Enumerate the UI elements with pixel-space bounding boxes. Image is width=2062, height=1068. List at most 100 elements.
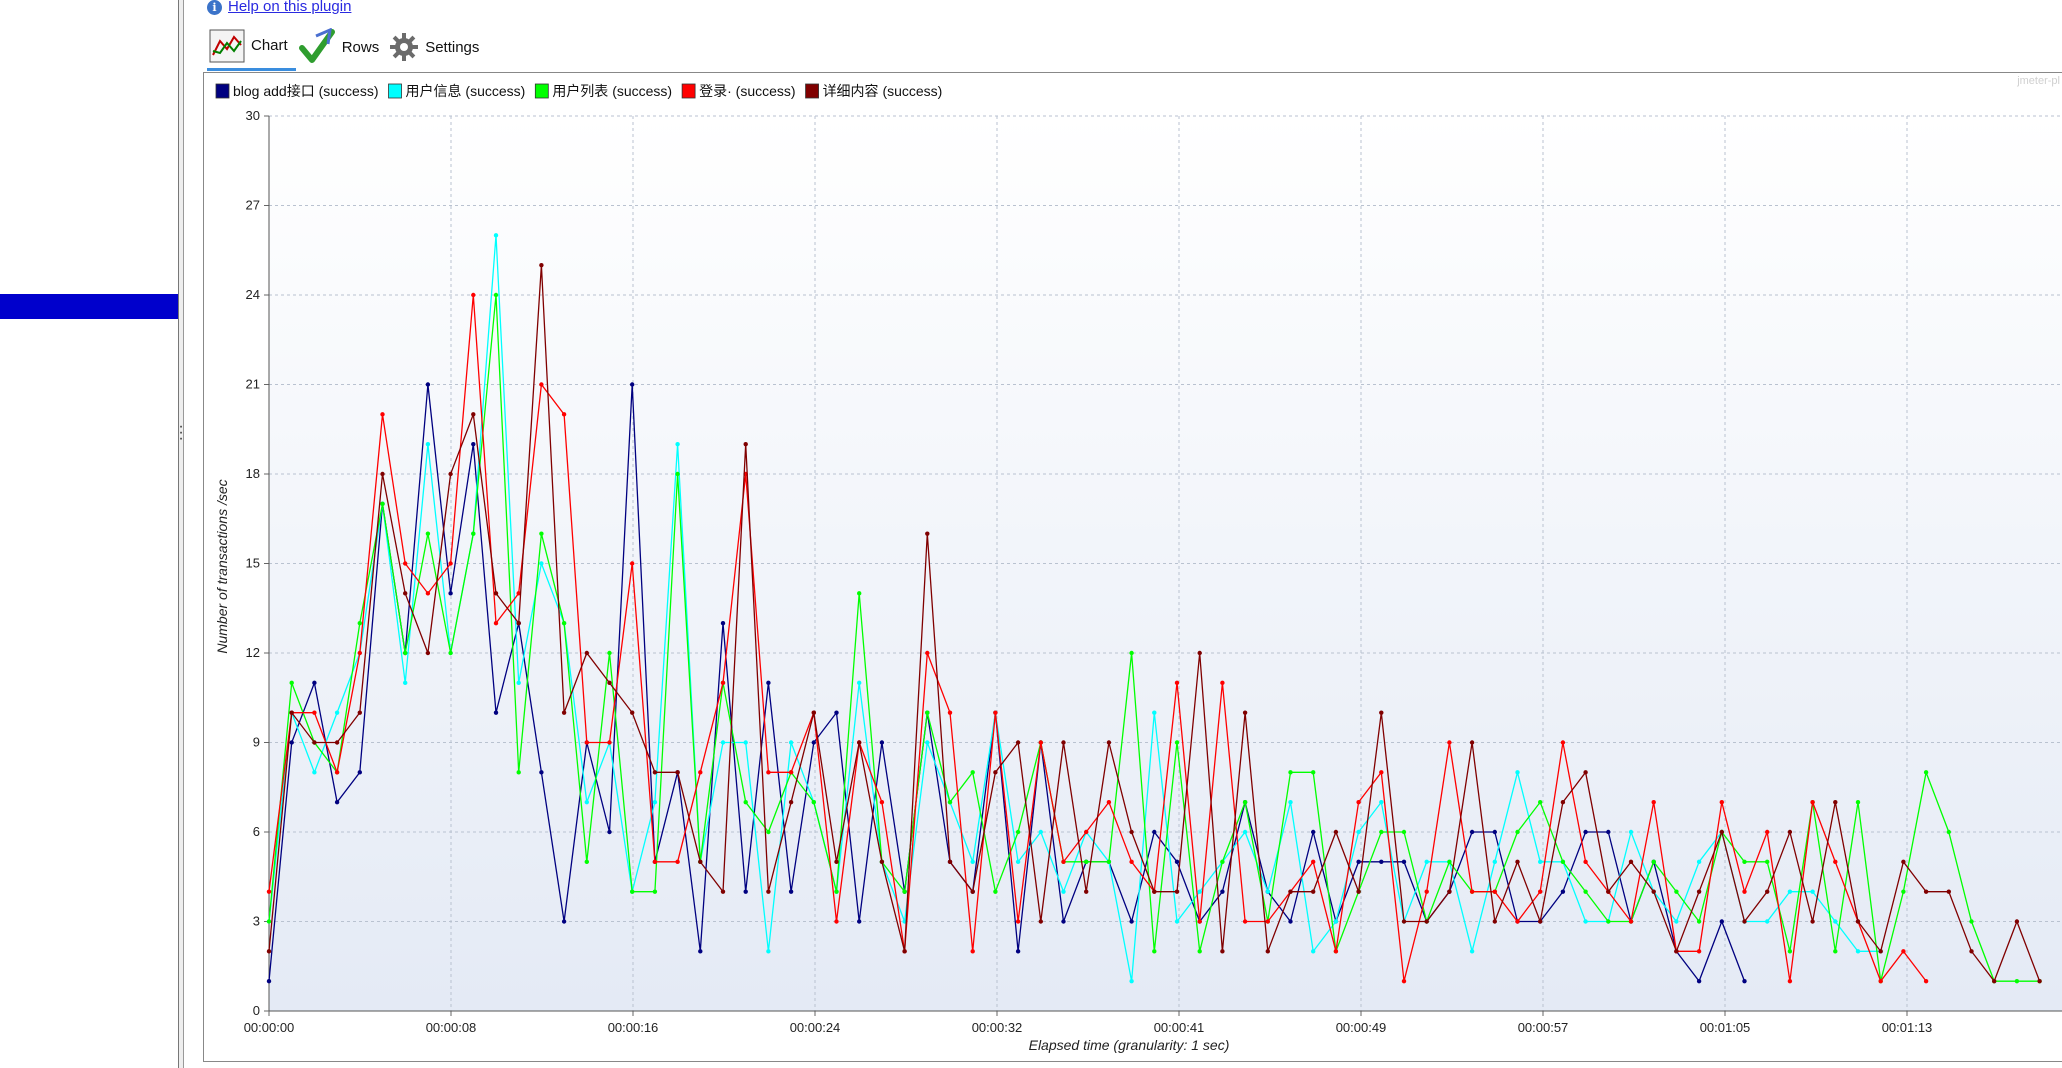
data-point bbox=[403, 561, 408, 566]
tab-settings[interactable]: Settings bbox=[387, 25, 487, 69]
data-point bbox=[471, 531, 476, 536]
data-point bbox=[925, 710, 930, 715]
data-point bbox=[1583, 770, 1588, 775]
data-point bbox=[1696, 889, 1702, 894]
tab-bar: Chart Rows Settings bbox=[207, 24, 487, 71]
data-point bbox=[857, 740, 862, 745]
data-point bbox=[1084, 859, 1089, 865]
data-point bbox=[1787, 949, 1793, 954]
data-point bbox=[947, 710, 953, 715]
data-point bbox=[1265, 949, 1271, 954]
data-point bbox=[902, 889, 907, 894]
pane-splitter[interactable] bbox=[178, 0, 184, 1068]
data-point bbox=[1401, 919, 1407, 924]
data-point bbox=[675, 859, 680, 865]
data-point bbox=[1742, 919, 1747, 924]
data-point bbox=[1311, 829, 1316, 835]
y-tick-label: 3 bbox=[253, 914, 260, 929]
data-point bbox=[1606, 919, 1611, 924]
y-tick-label: 27 bbox=[246, 198, 260, 213]
data-point bbox=[1447, 889, 1452, 894]
tab-chart-label: Chart bbox=[251, 37, 288, 54]
data-point bbox=[1606, 889, 1611, 894]
data-point bbox=[743, 889, 748, 894]
data-point bbox=[425, 591, 431, 596]
data-point bbox=[630, 382, 635, 387]
data-point bbox=[1356, 799, 1361, 805]
data-point bbox=[743, 441, 748, 447]
data-point bbox=[1583, 919, 1588, 924]
data-point bbox=[1696, 859, 1702, 865]
data-point bbox=[1492, 859, 1498, 865]
data-point bbox=[312, 710, 317, 715]
data-point bbox=[380, 471, 385, 477]
data-point bbox=[879, 859, 885, 865]
data-point bbox=[675, 770, 680, 775]
data-point bbox=[1129, 859, 1134, 865]
data-point bbox=[561, 710, 567, 715]
data-point bbox=[1878, 978, 1883, 984]
data-point bbox=[1765, 889, 1770, 894]
data-point bbox=[334, 710, 340, 715]
x-tick-label: 00:00:08 bbox=[426, 1020, 477, 1035]
data-point bbox=[1220, 889, 1225, 894]
data-point bbox=[1379, 799, 1384, 805]
data-point bbox=[2014, 919, 2020, 924]
data-point bbox=[1560, 799, 1566, 805]
data-point bbox=[743, 740, 748, 745]
help-row: i Help on this plugin bbox=[207, 0, 351, 18]
help-link[interactable]: Help on this plugin bbox=[228, 0, 351, 15]
data-point bbox=[403, 591, 408, 596]
data-point bbox=[1855, 949, 1861, 954]
data-point bbox=[1447, 740, 1452, 745]
data-point bbox=[1424, 889, 1429, 894]
x-tick-label: 00:00:00 bbox=[244, 1020, 295, 1035]
data-point bbox=[766, 889, 771, 894]
legend-swatch bbox=[805, 83, 819, 99]
data-point bbox=[471, 441, 476, 447]
data-point bbox=[1129, 978, 1134, 984]
tab-rows[interactable]: Rows bbox=[296, 25, 388, 69]
legend-label: 用户信息 (success) bbox=[406, 83, 526, 99]
data-point bbox=[1901, 949, 1906, 954]
selected-tree-item-highlight[interactable] bbox=[0, 294, 178, 319]
data-point bbox=[1015, 949, 1021, 954]
rows-checkmark-icon bbox=[298, 28, 336, 66]
data-point bbox=[630, 561, 635, 566]
data-point bbox=[1469, 889, 1475, 894]
data-point bbox=[1174, 889, 1180, 894]
data-point bbox=[1061, 919, 1066, 924]
data-point bbox=[1152, 949, 1157, 954]
tab-chart[interactable]: Chart bbox=[207, 24, 296, 71]
data-point bbox=[1560, 859, 1566, 865]
tab-rows-label: Rows bbox=[341, 38, 380, 56]
data-point bbox=[1855, 799, 1861, 805]
data-point bbox=[1242, 829, 1248, 835]
data-point bbox=[1379, 770, 1384, 775]
data-point bbox=[1084, 889, 1089, 894]
data-point bbox=[448, 591, 453, 596]
data-point bbox=[834, 919, 839, 924]
data-point bbox=[652, 799, 658, 805]
data-point bbox=[1311, 859, 1316, 865]
data-point bbox=[1810, 889, 1815, 894]
data-point bbox=[584, 740, 589, 745]
data-point bbox=[380, 412, 385, 417]
data-point bbox=[1288, 919, 1293, 924]
line-chart: 0 3 6 9 12 15 18 21 24 27 30 00:00:00 00:00:08 00:00:… bbox=[214, 83, 2062, 1053]
data-point bbox=[1469, 829, 1475, 835]
data-point bbox=[539, 262, 544, 268]
data-point bbox=[879, 740, 885, 745]
data-point bbox=[925, 650, 930, 656]
data-point bbox=[1174, 919, 1180, 924]
data-point bbox=[471, 412, 476, 417]
data-point bbox=[1447, 859, 1452, 865]
data-point bbox=[1628, 829, 1634, 835]
data-point bbox=[857, 680, 862, 686]
data-point bbox=[1855, 919, 1861, 924]
data-point bbox=[1492, 889, 1498, 894]
data-point bbox=[1197, 949, 1202, 954]
data-point bbox=[584, 650, 589, 656]
splitter-grip-icon[interactable]: · · · bbox=[178, 419, 184, 447]
data-point bbox=[1787, 978, 1793, 984]
